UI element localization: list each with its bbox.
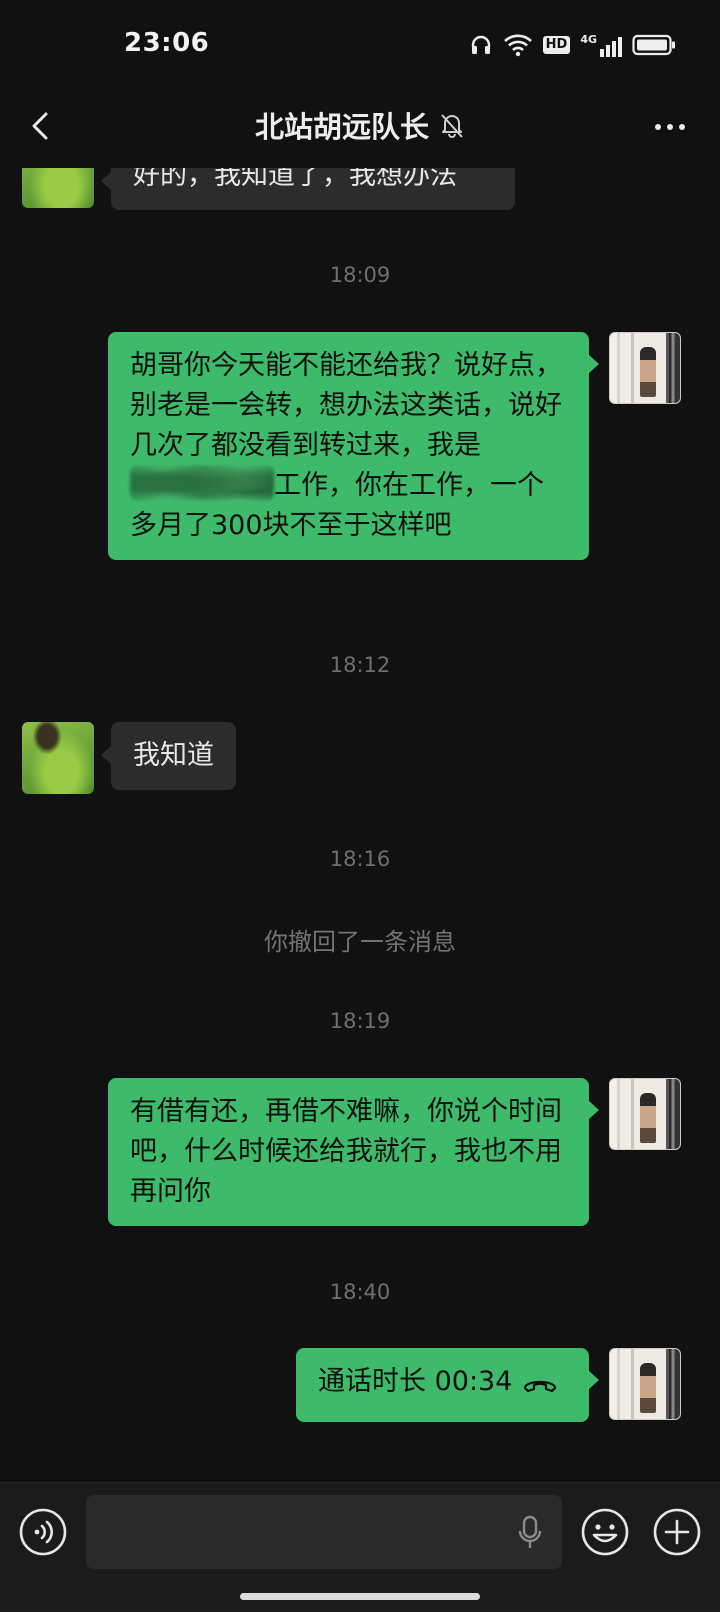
redacted-text-mark — [130, 466, 274, 500]
home-indicator[interactable] — [240, 1593, 480, 1600]
voice-mode-icon — [19, 1508, 67, 1556]
message-timestamp: 18:09 — [329, 263, 391, 287]
message-bubble-out[interactable]: 胡哥你今天能不能还给我？说好点，别老是一会转，想办法这类话，说好几次了都没看到转… — [108, 332, 589, 560]
nav-bar: 北站胡远队长 — [0, 90, 720, 168]
bubble-tail — [589, 1101, 599, 1119]
message-bubble-in[interactable]: 我知道 — [111, 722, 236, 790]
status-icons: HD 4G — [469, 30, 676, 60]
emoji-button[interactable] — [580, 1507, 630, 1557]
microphone-icon — [518, 1515, 542, 1548]
bell-off-icon — [441, 114, 463, 138]
status-bar: 23:06 HD 4G — [0, 0, 720, 90]
call-record-bubble[interactable]: 通话时长 00:34 — [296, 1348, 589, 1422]
message-timestamp: 18:16 — [329, 847, 391, 871]
chat-title: 北站胡远队长 — [254, 110, 429, 144]
message-text: 胡哥你今天能不能还给我？说好点，别老是一会转，想办法这类话，说好几次了都没看到转… — [130, 350, 562, 461]
status-time: 23:06 — [124, 28, 210, 58]
headphones-icon — [469, 33, 493, 57]
bubble-tail — [589, 355, 599, 373]
bubble-tail — [101, 746, 111, 764]
more-button[interactable] — [650, 110, 690, 144]
self-avatar[interactable] — [609, 1078, 681, 1150]
emoji-icon — [581, 1508, 629, 1556]
phone-hangup-icon — [522, 1368, 558, 1408]
message-timestamp: 18:19 — [329, 1009, 391, 1033]
voice-toggle-button[interactable] — [18, 1507, 68, 1557]
more-functions-button[interactable] — [652, 1507, 702, 1557]
contact-avatar[interactable] — [22, 168, 94, 208]
message-text: 好的，我知道了，我想办法 — [133, 168, 457, 191]
message-timestamp: 18:40 — [329, 1280, 391, 1304]
plus-icon — [653, 1508, 701, 1556]
more-dots-icon — [655, 124, 685, 130]
input-bar — [0, 1482, 720, 1612]
network-label: 4G — [580, 33, 597, 46]
chat-screen: 23:06 HD 4G 北站胡远队长 好的，我知道了，我想办法 18:09 胡哥… — [0, 0, 720, 1612]
hd-icon: HD — [542, 36, 571, 54]
wifi-icon — [503, 33, 533, 57]
signal-icon: 4G — [580, 33, 622, 57]
message-input[interactable] — [86, 1495, 562, 1569]
message-list[interactable]: 好的，我知道了，我想办法 18:09 胡哥你今天能不能还给我？说好点，别老是一会… — [0, 168, 720, 1482]
nav-title-wrap: 北站胡远队长 — [0, 104, 720, 146]
message-text: 有借有还，再借不难嘛，你说个时间吧，什么时候还给我就行，我也不用再问你 — [130, 1096, 562, 1207]
bubble-tail — [589, 1371, 599, 1389]
message-bubble-in[interactable]: 好的，我知道了，我想办法 — [111, 168, 515, 210]
message-timestamp: 18:12 — [329, 653, 391, 677]
self-avatar[interactable] — [609, 1348, 681, 1420]
self-avatar[interactable] — [609, 332, 681, 404]
call-duration-text: 通话时长 00:34 — [318, 1366, 513, 1397]
recalled-message-notice: 你撤回了一条消息 — [264, 928, 456, 956]
microphone-button[interactable] — [518, 1515, 542, 1551]
battery-icon — [632, 34, 676, 56]
message-bubble-out[interactable]: 有借有还，再借不难嘛，你说个时间吧，什么时候还给我就行，我也不用再问你 — [108, 1078, 589, 1226]
message-text: 我知道 — [133, 740, 214, 771]
contact-avatar[interactable] — [22, 722, 94, 794]
bubble-tail — [101, 172, 111, 190]
